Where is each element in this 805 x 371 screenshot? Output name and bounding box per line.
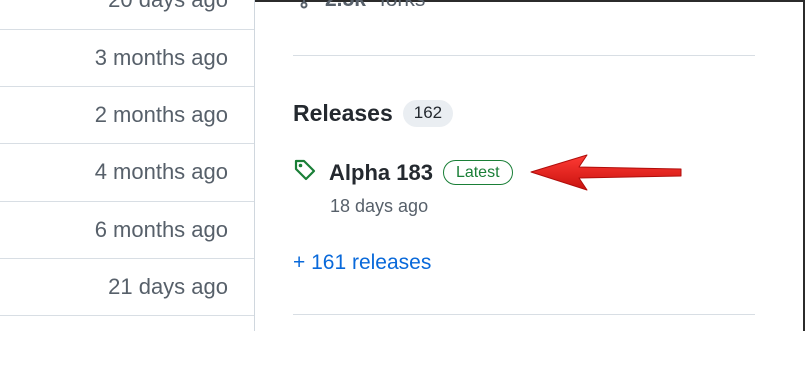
forks-count: 2.5k [325,0,366,12]
releases-count-badge: 162 [402,100,454,127]
repo-sidebar: 2.5k forks Releases 162 Alpha 183 Latest… [255,0,803,331]
tag-icon [293,158,317,187]
latest-release[interactable]: Alpha 183 Latest [293,158,513,187]
commit-age: 4 months ago [94,158,228,184]
section-divider [293,55,755,56]
file-row[interactable]: 20 days ago [0,0,254,28]
commit-age: 21 days ago [108,273,228,299]
commit-age: 3 months ago [94,44,228,70]
forks-label: forks [380,0,426,12]
file-row[interactable]: 2 months ago [0,86,254,142]
file-row[interactable]: 6 months ago [0,201,254,257]
releases-header: Releases 162 [293,100,454,127]
commit-age: 20 days ago [108,0,228,13]
commit-age: 6 months ago [94,216,228,242]
more-releases-link[interactable]: + 161 releases [293,251,431,275]
latest-badge: Latest [442,159,513,186]
release-name[interactable]: Alpha 183 [329,160,433,186]
releases-title[interactable]: Releases [293,100,393,127]
file-row[interactable] [0,315,254,371]
fork-icon [297,0,311,14]
section-divider [293,314,755,315]
release-date: 18 days ago [330,196,429,216]
file-row[interactable]: 21 days ago [0,258,254,314]
red-arrow-annotation [525,150,685,199]
file-row[interactable]: 4 months ago [0,143,254,199]
commit-age: 2 months ago [94,101,228,127]
forks-stat[interactable]: 2.5k forks [297,0,425,14]
file-row[interactable]: 3 months ago [0,29,254,85]
file-list-column: 20 days ago 3 months ago 2 months ago 4 … [0,0,255,331]
